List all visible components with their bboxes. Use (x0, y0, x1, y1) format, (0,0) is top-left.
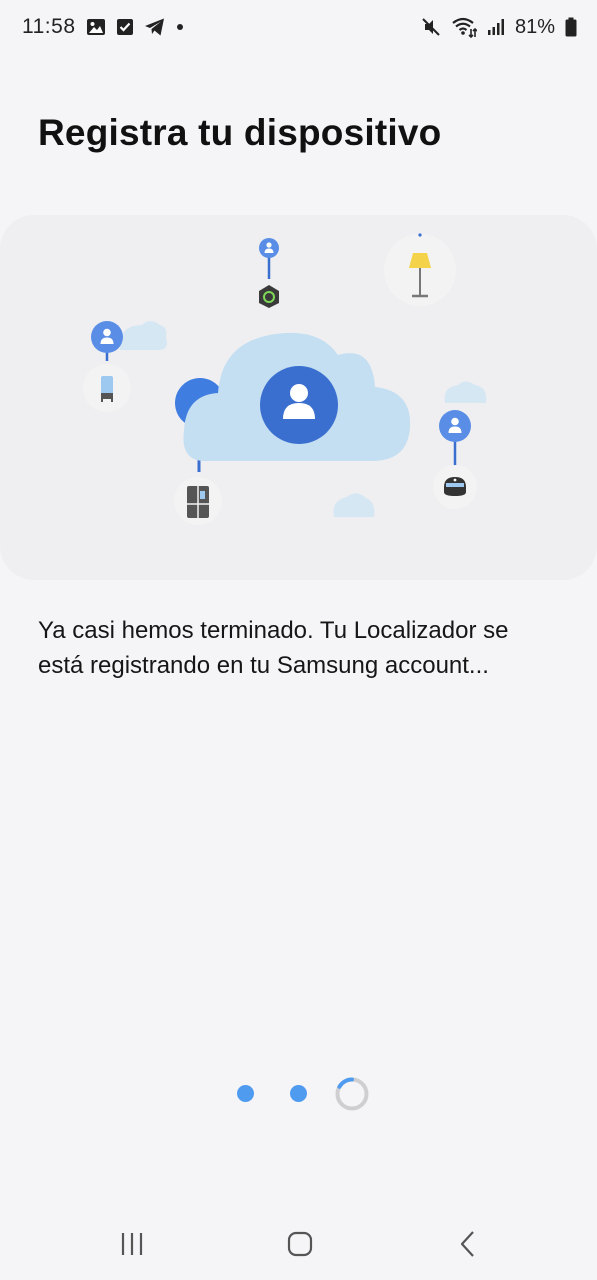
description-line-1: Ya casi hemos terminado. Tu Localizador … (38, 617, 509, 644)
user-icon (260, 366, 338, 444)
recent-apps-button[interactable] (102, 1220, 162, 1268)
loading-spinner-icon (335, 1077, 369, 1111)
back-button[interactable] (438, 1220, 498, 1268)
mute-icon (421, 17, 441, 37)
status-bar: 11:58 81% (0, 0, 597, 54)
status-time: 11:58 (22, 15, 76, 38)
dot-icon (176, 23, 184, 31)
recent-apps-icon (121, 1233, 143, 1255)
progress-dot-1 (237, 1085, 254, 1102)
back-icon (460, 1231, 474, 1257)
cloud-small-right (444, 381, 487, 403)
air-purifier-icon (83, 364, 131, 412)
smarttag-icon (259, 285, 279, 308)
status-right: 81% (421, 16, 577, 39)
battery-icon (565, 17, 577, 37)
cloud-small-bottom (333, 493, 375, 517)
refrigerator-icon (174, 477, 222, 525)
pin-air-purifier (91, 321, 123, 361)
navigation-bar (0, 1208, 597, 1280)
progress-indicator (0, 1076, 597, 1112)
pin-smarttag (259, 238, 279, 279)
checkbox-icon (116, 18, 134, 36)
description-line-2: está registrando en tu Samsung account..… (38, 652, 489, 679)
signal-icon (487, 18, 505, 36)
page-title: Registra tu dispositivo (38, 112, 442, 153)
wifi-icon (451, 16, 477, 38)
progress-dot-2 (290, 1085, 307, 1102)
description-text: Ya casi hemos terminado. Tu Localizador … (38, 613, 568, 683)
battery-percentage: 81% (514, 15, 555, 38)
floor-lamp-icon (384, 233, 456, 306)
cloud-small-left (119, 321, 167, 350)
robot-vacuum-icon (433, 465, 477, 509)
illustration-card (0, 215, 597, 580)
status-left: 11:58 (22, 15, 184, 39)
pin-robot-vacuum (439, 410, 471, 467)
screen: 11:58 81% Registra tu dispositivo Ya cas… (0, 0, 597, 1280)
home-icon (287, 1231, 313, 1257)
home-button[interactable] (270, 1220, 330, 1268)
telegram-icon (144, 17, 166, 37)
gallery-icon (86, 17, 106, 37)
